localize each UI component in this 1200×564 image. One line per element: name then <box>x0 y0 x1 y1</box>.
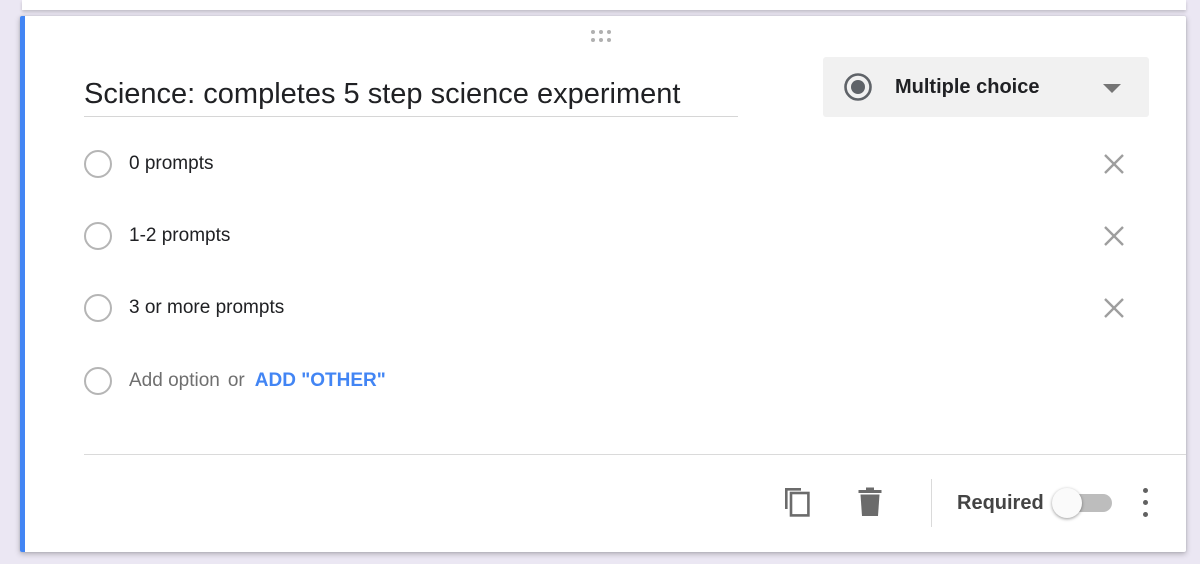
previous-question-card <box>22 0 1186 10</box>
add-option-row: Add option or ADD "OTHER" <box>84 363 1144 403</box>
option-label-input[interactable]: 3 or more prompts <box>129 290 284 326</box>
close-icon[interactable] <box>1100 222 1128 250</box>
question-type-dropdown[interactable]: Multiple choice <box>823 57 1149 117</box>
add-option-line: Add option or ADD "OTHER" <box>129 363 386 399</box>
chevron-down-icon <box>1103 84 1121 93</box>
option-row: 1-2 prompts <box>84 218 1144 258</box>
option-label-input[interactable]: 0 prompts <box>129 146 213 182</box>
toggle-thumb <box>1052 488 1082 518</box>
footer-vertical-divider <box>931 479 932 527</box>
question-type-label: Multiple choice <box>895 76 1040 98</box>
option-row: 3 or more prompts <box>84 290 1144 330</box>
option-radio-icon <box>84 150 112 178</box>
duplicate-icon[interactable] <box>777 482 817 522</box>
active-card-accent-bar <box>20 16 25 552</box>
option-radio-icon <box>84 367 112 395</box>
drag-handle-icon[interactable] <box>591 30 617 44</box>
more-vert-icon[interactable] <box>1136 486 1156 520</box>
or-separator: or <box>227 370 245 391</box>
add-option-button[interactable]: Add option <box>129 370 220 391</box>
radio-button-checked-icon <box>844 73 872 101</box>
option-radio-icon <box>84 294 112 322</box>
add-other-button[interactable]: ADD "OTHER" <box>255 370 386 391</box>
required-toggle[interactable] <box>1050 488 1114 518</box>
close-icon[interactable] <box>1100 294 1128 322</box>
footer-divider <box>84 454 1186 455</box>
required-label: Required <box>957 492 1044 514</box>
question-title-input[interactable]: Science: completes 5 step science experi… <box>84 72 738 117</box>
close-icon[interactable] <box>1100 150 1128 178</box>
trash-icon[interactable] <box>850 482 890 522</box>
option-row: 0 prompts <box>84 146 1144 186</box>
option-label-input[interactable]: 1-2 prompts <box>129 218 230 254</box>
option-radio-icon <box>84 222 112 250</box>
question-card[interactable]: Science: completes 5 step science experi… <box>20 16 1186 552</box>
